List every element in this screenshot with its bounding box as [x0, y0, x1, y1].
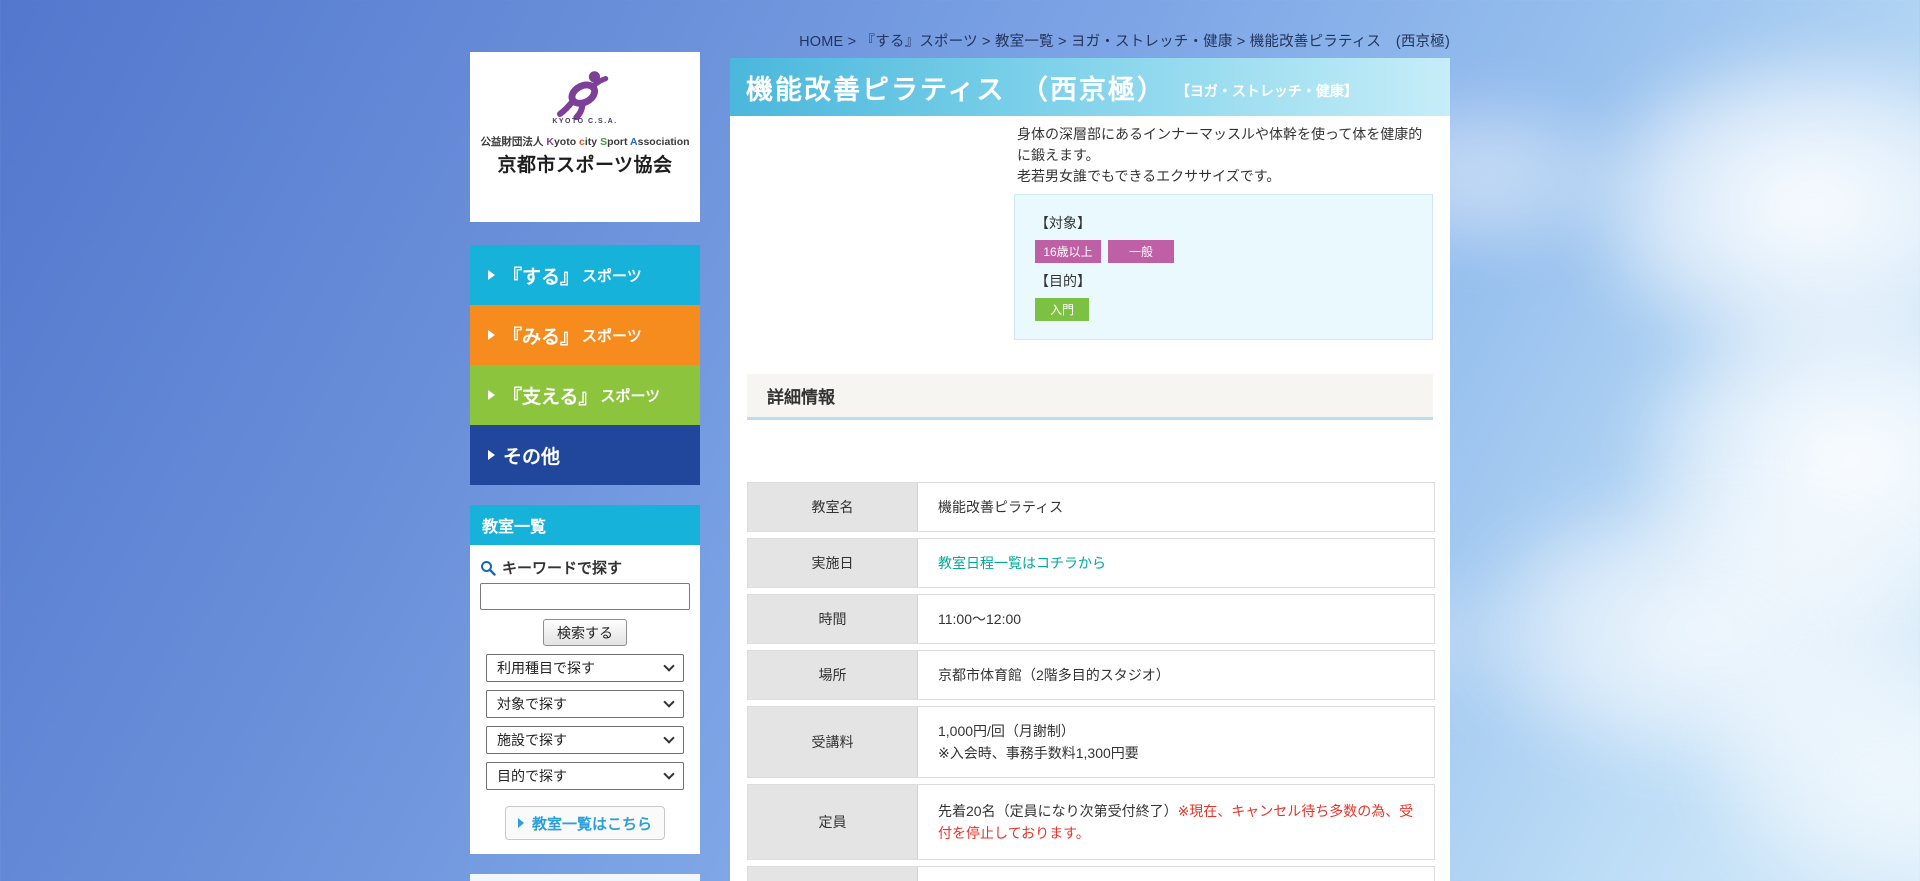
row-value: 教室日程一覧はコチラから [918, 539, 1434, 587]
cloud [1690, 640, 1920, 881]
row-label: 場所 [748, 651, 918, 699]
arrow-right-icon [488, 330, 495, 340]
nav-label: スポーツ [582, 325, 642, 346]
row-label: 対象 [748, 867, 918, 881]
row-value: 機能改善ピラティス [918, 483, 1434, 531]
badge-beginner: 入門 [1035, 298, 1089, 321]
main-content: 機能改善ピラティス （西京極） 【ヨガ・ストレッチ・健康】 身体の深層部にあるイ… [730, 58, 1450, 881]
description-line: 身体の深層部にあるインナーマッスルや体幹を使って体を健康的に鍛えます。 [1017, 124, 1433, 166]
filter-selected-value: 利用種目で探す [497, 658, 595, 678]
page-category: 【ヨガ・ストレッチ・健康】 [1176, 81, 1358, 101]
page-title: 機能改善ピラティス （西京極） [746, 68, 1166, 107]
class-list-button-label: 教室一覧はこちら [532, 813, 652, 834]
table-row-time: 時間 11:00～12:00 [747, 594, 1435, 644]
row-value: 1,000円/回（月謝制） ※入会時、事務手数料1,300円要 [918, 707, 1434, 777]
class-search-title: 教室一覧 [470, 505, 700, 545]
class-name-value: 機能改善ピラティス [938, 496, 1414, 518]
sidebar: KYOTO C.S.A. 公益財団法人 Kyoto city Sport Ass… [470, 52, 700, 881]
keyword-input[interactable] [480, 583, 690, 610]
page-title-bar: 機能改善ピラティス （西京極） 【ヨガ・ストレッチ・健康】 [730, 58, 1450, 116]
filter-select-purpose[interactable]: 目的で探す [486, 762, 684, 790]
arrow-right-icon [488, 270, 495, 280]
table-row-target: 対象 一般 [747, 866, 1435, 881]
time-value: 11:00～12:00 [938, 608, 1414, 630]
keyword-label: キーワードで探す [502, 557, 622, 578]
table-row-place: 場所 京都市体育館（2階多目的スタジオ） [747, 650, 1435, 700]
row-value: 先着20名（定員になり次第受付終了）※現在、キャンセル待ち多数の為、受付を停止し… [918, 785, 1434, 859]
fee-value: 1,000円/回（月謝制） [938, 720, 1414, 742]
tag-box: 【対象】 16歳以上 一般 【目的】 入門 [1014, 194, 1433, 340]
table-row-schedule: 実施日 教室日程一覧はコチラから [747, 538, 1435, 588]
target-badges: 16歳以上 一般 [1035, 240, 1412, 263]
purpose-label: 【目的】 [1035, 271, 1412, 291]
site-logo[interactable]: KYOTO C.S.A. 公益財団法人 Kyoto city Sport Ass… [470, 52, 700, 222]
filter-select-category[interactable]: 利用種目で探す [486, 654, 684, 682]
badge-general: 一般 [1108, 240, 1174, 263]
cloud [1450, 480, 1920, 780]
detail-section-title: 詳細情報 [747, 374, 1433, 420]
nav-label: スポーツ [582, 265, 642, 286]
place-value: 京都市体育館（2階多目的スタジオ） [938, 664, 1414, 686]
chevron-down-icon [663, 768, 674, 779]
table-row-fee: 受講料 1,000円/回（月謝制） ※入会時、事務手数料1,300円要 [747, 706, 1435, 778]
filter-selected-value: 目的で探す [497, 766, 567, 786]
chevron-down-icon [663, 696, 674, 707]
nav-label: 『する』 [503, 262, 579, 289]
badge-age: 16歳以上 [1035, 240, 1101, 263]
main-nav: 『する』 スポーツ 『みる』 スポーツ 『支える』 スポーツ その他 [470, 245, 700, 485]
keyword-label-row: キーワードで探す [480, 557, 690, 578]
class-search-panel: 教室一覧 キーワードで探す 検索する 利用種目で探す 対象で探す 施設で探す [470, 505, 700, 854]
class-list-button[interactable]: 教室一覧はこちら [505, 806, 665, 840]
filter-select-target[interactable]: 対象で探す [486, 690, 684, 718]
logo-org-line: 公益財団法人 Kyoto city Sport Association [480, 134, 689, 149]
breadcrumb[interactable]: HOME > 『する』スポーツ > 教室一覧 > ヨガ・ストレッチ・健康 > 機… [470, 30, 1450, 51]
table-row-capacity: 定員 先着20名（定員になり次第受付終了）※現在、キャンセル待ち多数の為、受付を… [747, 784, 1435, 860]
class-search-body: キーワードで探す 検索する 利用種目で探す 対象で探す 施設で探す 目的で探す [470, 545, 700, 840]
logo-org-name: 京都市スポーツ協会 [497, 150, 672, 177]
fee-note: ※入会時、事務手数料1,300円要 [938, 742, 1414, 764]
nav-item-other[interactable]: その他 [470, 425, 700, 485]
row-value: 一般 [918, 867, 1434, 881]
table-row-class-name: 教室名 機能改善ピラティス [747, 482, 1435, 532]
cloud [1570, 40, 1920, 370]
cloud [1620, 280, 1920, 640]
row-label: 教室名 [748, 483, 918, 531]
search-icon [480, 560, 496, 576]
nav-item-support-sports[interactable]: 『支える』 スポーツ [470, 365, 700, 425]
nav-item-watch-sports[interactable]: 『みる』 スポーツ [470, 305, 700, 365]
target-label: 【対象】 [1035, 213, 1412, 233]
nav-label: スポーツ [600, 385, 660, 406]
nav-item-do-sports[interactable]: 『する』 スポーツ [470, 245, 700, 305]
nav-label: 『支える』 [503, 382, 597, 409]
filter-selected-value: 対象で探す [497, 694, 567, 714]
contact-section-title: 各お問い合わせ先 [470, 874, 700, 881]
filter-selected-value: 施設で探す [497, 730, 567, 750]
runner-logo-icon [549, 70, 621, 120]
filter-select-facility[interactable]: 施設で探す [486, 726, 684, 754]
capacity-value: 先着20名（定員になり次第受付終了） [938, 803, 1178, 819]
row-label: 実施日 [748, 539, 918, 587]
row-label: 受講料 [748, 707, 918, 777]
nav-label: その他 [503, 442, 560, 469]
chevron-down-icon [663, 732, 674, 743]
description-line: 老若男女誰でもできるエクササイズです。 [1017, 166, 1433, 187]
detail-table: 教室名 機能改善ピラティス 実施日 教室日程一覧はコチラから 時間 11:00～… [747, 482, 1435, 881]
schedule-link[interactable]: 教室日程一覧はコチラから [938, 555, 1106, 571]
search-button[interactable]: 検索する [543, 619, 627, 646]
arrow-right-icon [488, 390, 495, 400]
logo-caption: KYOTO C.S.A. [552, 118, 617, 125]
arrow-right-icon [518, 818, 524, 828]
row-label: 時間 [748, 595, 918, 643]
nav-label: 『みる』 [503, 322, 579, 349]
purpose-badges: 入門 [1035, 298, 1412, 321]
content-panel: 身体の深層部にあるインナーマッスルや体幹を使って体を健康的に鍛えます。 老若男女… [730, 116, 1450, 881]
chevron-down-icon [663, 660, 674, 671]
row-value: 京都市体育館（2階多目的スタジオ） [918, 651, 1434, 699]
arrow-right-icon [488, 450, 495, 460]
class-description: 身体の深層部にあるインナーマッスルや体幹を使って体を健康的に鍛えます。 老若男女… [1017, 124, 1433, 187]
row-value: 11:00～12:00 [918, 595, 1434, 643]
row-label: 定員 [748, 785, 918, 859]
